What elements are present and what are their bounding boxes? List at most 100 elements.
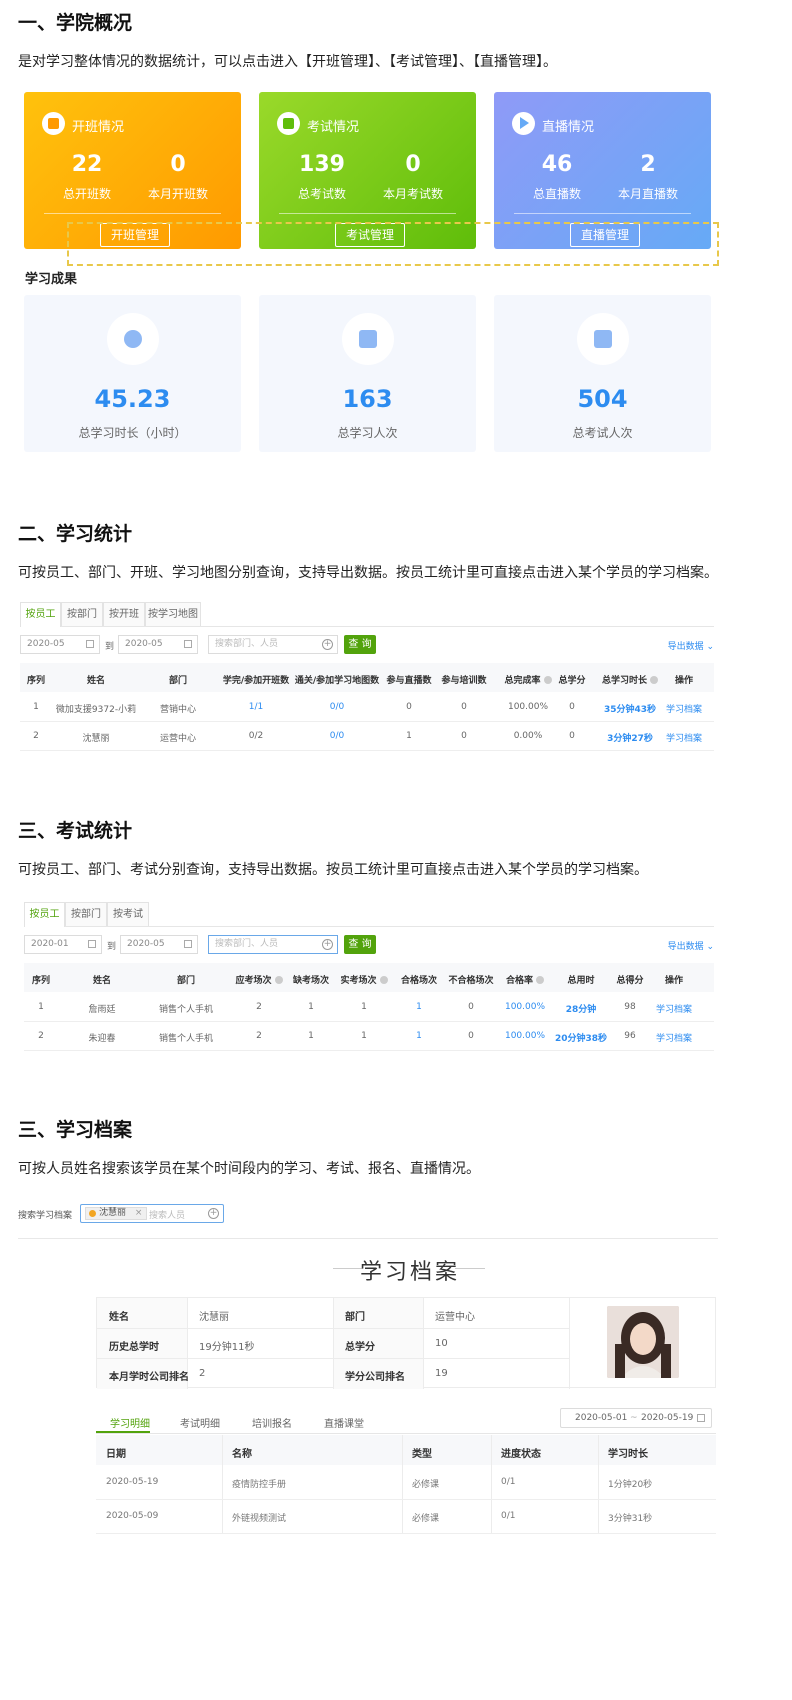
date-range-sep: ~ xyxy=(630,1413,638,1423)
column-divider xyxy=(491,1435,492,1533)
search-input[interactable]: 搜索部门、人员 + xyxy=(208,635,338,654)
card-stat-label: 本月直播数 xyxy=(617,187,678,201)
result-label: 总学习人次 xyxy=(337,426,398,440)
result-card: 504 总考试人次 xyxy=(494,295,711,452)
add-icon[interactable]: + xyxy=(322,639,333,650)
info-hist-value: 19分钟11秒 xyxy=(199,1342,255,1353)
export-link[interactable]: 导出数据 ⌄ xyxy=(668,939,714,952)
query-button[interactable]: 查 询 xyxy=(344,635,376,654)
avatar xyxy=(607,1306,679,1378)
row-divider xyxy=(20,721,714,722)
archive-link[interactable]: 学习档案 xyxy=(624,1031,724,1044)
date-to-label: 到 xyxy=(105,642,115,652)
table-cell: 0/1 xyxy=(501,1477,516,1487)
tab-2[interactable]: 考试明细 xyxy=(180,1415,220,1430)
result-label: 总学习时长（小时） xyxy=(78,426,187,440)
results-title: 学习成果 xyxy=(25,272,78,287)
column-header: 日期 xyxy=(106,1449,126,1460)
query-button[interactable]: 查 询 xyxy=(344,935,376,954)
info-credit-value: 10 xyxy=(435,1338,448,1349)
info-dept-value: 运营中心 xyxy=(435,1312,475,1323)
add-icon[interactable]: + xyxy=(322,939,333,950)
card-stat-label: 本月考试数 xyxy=(382,187,443,201)
table-cell: 必修课 xyxy=(412,1514,440,1524)
info-dept-label: 部门 xyxy=(345,1312,365,1323)
tab-2[interactable]: 按部门 xyxy=(65,902,107,926)
archive-link[interactable]: 学习档案 xyxy=(634,702,734,715)
column-header: 学习时长 xyxy=(608,1449,648,1460)
calendar-icon xyxy=(184,940,192,948)
archive-link[interactable]: 学习档案 xyxy=(624,1002,724,1015)
result-value: 45.23 xyxy=(94,385,171,413)
table-cell: 1分钟20秒 xyxy=(608,1480,653,1490)
result-card: 45.23 总学习时长（小时） xyxy=(24,295,241,452)
add-person-icon[interactable]: + xyxy=(208,1208,219,1219)
section-description-archive: 可按人员姓名搜索该学员在某个时间段内的学习、考试、报名、直播情况。 xyxy=(18,1161,480,1177)
date-range-input[interactable]: 2020-05-01 ~2020-05-19 xyxy=(560,1408,712,1428)
section-heading-exam-stats: 三、考试统计 xyxy=(18,820,133,842)
highlight-dashed-box xyxy=(67,222,719,266)
tab-3[interactable]: 按考试 xyxy=(107,902,149,926)
selected-person-name: 沈慧丽 xyxy=(99,1208,127,1218)
card-divider xyxy=(279,213,456,214)
tab-3[interactable]: 按开班 xyxy=(103,602,145,626)
remove-tag-icon[interactable]: × xyxy=(135,1208,143,1218)
date-from-input[interactable]: 2020-05 xyxy=(20,635,100,654)
section-heading-overview: 一、学院概况 xyxy=(18,12,133,34)
column-header: 名称 xyxy=(232,1449,252,1460)
column-divider xyxy=(598,1435,599,1533)
tab-4[interactable]: 直播课堂 xyxy=(324,1415,364,1430)
row-divider xyxy=(96,1499,716,1500)
checklist-icon-glyph xyxy=(593,330,612,348)
tab-4[interactable]: 按学习地图 xyxy=(145,602,201,626)
tab-1[interactable]: 按员工 xyxy=(24,902,65,927)
date-range-from: 2020-05-01 xyxy=(575,1413,628,1423)
section-description-overview: 是对学习整体情况的数据统计，可以点击进入【开班管理】、【考试管理】、【直播管理】… xyxy=(18,54,557,70)
date-from-input[interactable]: 2020-01 xyxy=(24,935,102,954)
column-header: 类型 xyxy=(412,1449,432,1460)
result-card: 163 总学习人次 xyxy=(259,295,476,452)
tab-2[interactable]: 按部门 xyxy=(61,602,103,626)
archive-link[interactable]: 学习档案 xyxy=(634,731,734,744)
result-value: 504 xyxy=(577,385,628,413)
column-divider xyxy=(402,1435,403,1533)
tab-3[interactable]: 培训报名 xyxy=(252,1415,292,1430)
learning-stats-panel: 按员工 按部门 按开班 按学习地图 2020-05 到 2020-05 搜索部门、人员 + 查 询… xyxy=(20,602,714,752)
checklist-icon xyxy=(576,313,629,365)
info-credit-rank-value: 19 xyxy=(435,1368,448,1379)
exam-icon xyxy=(277,112,300,135)
exam-stats-panel: 按员工 按部门 按考试 2020-01 到 2020-05 搜索部门、人员 + 查 询 导出数据 … xyxy=(24,902,714,1052)
divider xyxy=(18,1238,718,1239)
card-title: 开班情况 xyxy=(72,120,125,135)
tab-bar-line xyxy=(20,626,714,627)
row-divider xyxy=(24,1021,714,1022)
card-divider xyxy=(514,213,691,214)
tab-bar-line xyxy=(96,1433,716,1434)
tab-1[interactable]: 学习明细 xyxy=(110,1415,150,1430)
result-label: 总考试人次 xyxy=(572,426,633,440)
date-to-input[interactable]: 2020-05 xyxy=(118,635,198,654)
archive-detail-panel: 学习明细 考试明细 培训报名 直播课堂 2020-05-01 ~2020-05-19 日期 名… xyxy=(96,1404,716,1534)
column-divider xyxy=(222,1435,223,1533)
exam-icon-glyph xyxy=(283,118,294,129)
selected-person-tag[interactable]: 沈慧丽 × xyxy=(85,1207,148,1220)
table-cell: 3分钟31秒 xyxy=(608,1514,653,1524)
date-to-input[interactable]: 2020-05 xyxy=(120,935,198,954)
calendar-icon xyxy=(697,1414,705,1422)
column-header: 操作 xyxy=(664,976,683,986)
card-title: 考试情况 xyxy=(307,120,360,135)
archive-search-placeholder[interactable]: 搜索人员 xyxy=(149,1208,185,1221)
active-tab-indicator xyxy=(96,1431,150,1433)
info-name-label: 姓名 xyxy=(109,1312,129,1323)
section-heading-learning-stats: 二、学习统计 xyxy=(18,523,133,545)
search-input[interactable]: 搜索部门、人员 + xyxy=(208,935,338,954)
card-title: 直播情况 xyxy=(542,120,595,135)
table-cell: 0/1 xyxy=(501,1511,516,1521)
export-link[interactable]: 导出数据 ⌄ xyxy=(668,639,714,652)
card-stat-label: 本月开班数 xyxy=(147,187,208,201)
live-play-icon xyxy=(512,112,535,135)
row-divider xyxy=(20,750,714,751)
tab-1[interactable]: 按员工 xyxy=(20,602,61,627)
archive-search-box[interactable]: 沈慧丽 × 搜索人员 + xyxy=(80,1204,224,1223)
info-hist-label: 历史总学时 xyxy=(109,1342,159,1353)
